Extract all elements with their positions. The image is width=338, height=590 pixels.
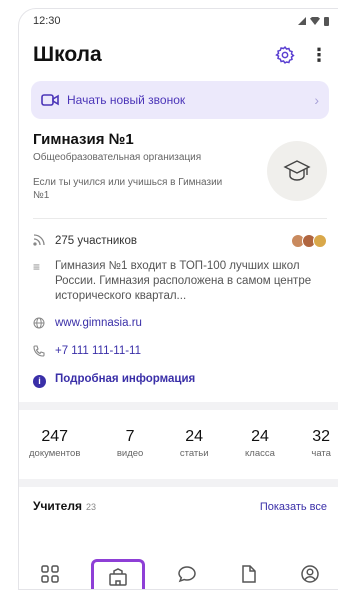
- info-icon-wrap: i: [33, 372, 55, 388]
- stat-number: 7: [125, 427, 135, 445]
- chat-icon: [178, 566, 196, 583]
- phone-icon: [33, 344, 55, 360]
- tab-chats[interactable]: [167, 560, 207, 588]
- new-call-label: Начать новый звонок: [67, 93, 186, 107]
- stat-number: 24: [185, 427, 204, 445]
- stat-number: 24: [251, 427, 269, 445]
- document-icon: [241, 565, 256, 583]
- phone-link[interactable]: +7 111 111-11-11: [55, 344, 327, 359]
- phone-screen: 12:30 Школа ⋮ Начать новый звонок › Гимн…: [18, 8, 338, 590]
- teachers-header: Учителя 23 Показать все: [19, 487, 338, 513]
- stat-label: статьи: [179, 447, 209, 459]
- new-call-banner[interactable]: Начать новый звонок ›: [31, 81, 329, 119]
- video-camera-icon: [41, 93, 63, 107]
- tab-apps[interactable]: [30, 560, 70, 588]
- more-menu-button[interactable]: ⋮: [310, 45, 328, 66]
- section-separator: [19, 401, 338, 410]
- stat-label: чата: [311, 447, 331, 459]
- bottom-tab-bar: [19, 557, 338, 589]
- globe-icon: [33, 316, 55, 332]
- stat-classes[interactable]: 24 класса: [245, 428, 275, 459]
- stat-documents[interactable]: 247 документов: [29, 428, 80, 459]
- status-icons: [298, 16, 329, 26]
- battery-icon: [324, 16, 329, 26]
- wifi-icon: [310, 17, 320, 25]
- website-row[interactable]: www.gimnasia.ru: [19, 316, 338, 332]
- stat-number: 32: [312, 427, 331, 445]
- stat-articles[interactable]: 24 статьи: [180, 428, 209, 459]
- status-time: 12:30: [33, 15, 61, 27]
- settings-button[interactable]: [274, 44, 296, 66]
- school-hint: Если ты учился или учишься в Гимназии №1: [33, 177, 223, 201]
- stat-label: документов: [29, 447, 81, 459]
- stat-label: класса: [245, 447, 275, 459]
- member-avatars: [291, 234, 327, 248]
- member-avatar: [313, 234, 327, 248]
- graduation-cap-icon: [283, 160, 311, 181]
- chevron-right-icon: ›: [314, 92, 319, 108]
- members-count: 275 участников: [55, 234, 137, 247]
- page-title: Школа: [33, 43, 102, 66]
- info-icon: i: [33, 374, 46, 388]
- website-link[interactable]: www.gimnasia.ru: [55, 316, 327, 331]
- phone-row[interactable]: +7 111 111-11-11: [19, 344, 338, 360]
- show-all-teachers-link[interactable]: Показать все: [260, 501, 327, 513]
- stat-label: видео: [116, 447, 144, 459]
- description-row: ≡ Гимназия №1 входит в ТОП-100 лучших шк…: [19, 259, 338, 304]
- rss-icon: [33, 233, 55, 249]
- profile-icon: [301, 565, 319, 583]
- tab-documents[interactable]: [229, 560, 269, 588]
- school-icon: [109, 567, 128, 586]
- signal-icon: [298, 17, 306, 25]
- header: Школа ⋮: [19, 33, 338, 77]
- divider: [33, 218, 327, 219]
- school-card: Гимназия №1 Общеобразовательная организа…: [19, 119, 338, 202]
- apps-icon: [41, 565, 59, 583]
- more-info-link[interactable]: Подробная информация: [55, 372, 327, 387]
- teachers-count: 23: [85, 501, 96, 512]
- members-row[interactable]: 275 участников: [19, 233, 338, 249]
- teachers-title-text: Учителя: [33, 498, 82, 513]
- school-avatar: [267, 141, 327, 201]
- stats-row: 247 документов 7 видео 24 статьи 24 клас…: [19, 410, 338, 459]
- stat-number: 247: [41, 427, 69, 445]
- stat-chats[interactable]: 32 чата: [311, 428, 331, 459]
- text-lines-icon: ≡: [33, 260, 41, 274]
- gear-icon: [275, 45, 295, 64]
- section-separator: [19, 478, 338, 487]
- teachers-title: Учителя 23: [33, 499, 96, 513]
- status-bar: 12:30: [19, 9, 338, 33]
- stat-videos[interactable]: 7 видео: [117, 428, 143, 459]
- school-description: Гимназия №1 входит в ТОП-100 лучших школ…: [55, 260, 312, 302]
- tab-profile[interactable]: [290, 560, 330, 588]
- tab-school[interactable]: [91, 559, 146, 589]
- more-info-row[interactable]: i Подробная информация: [19, 372, 338, 388]
